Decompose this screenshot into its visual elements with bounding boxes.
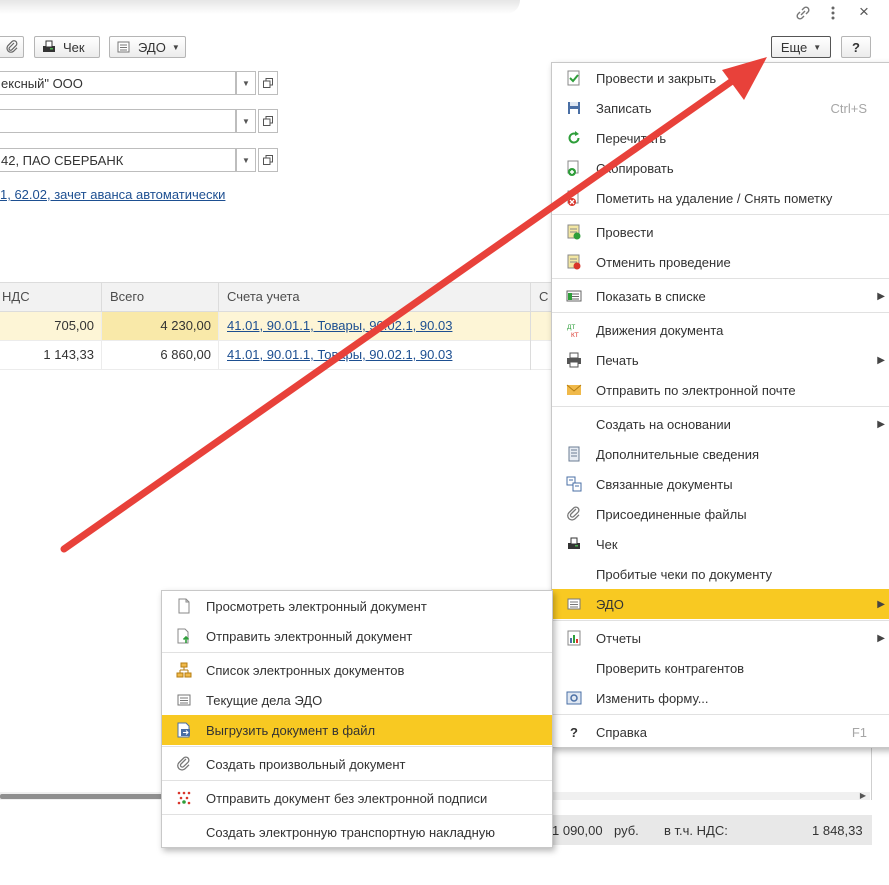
arrow-head xyxy=(722,57,767,100)
arrow-shaft xyxy=(60,75,739,553)
red-arrow-annotation xyxy=(60,57,767,553)
